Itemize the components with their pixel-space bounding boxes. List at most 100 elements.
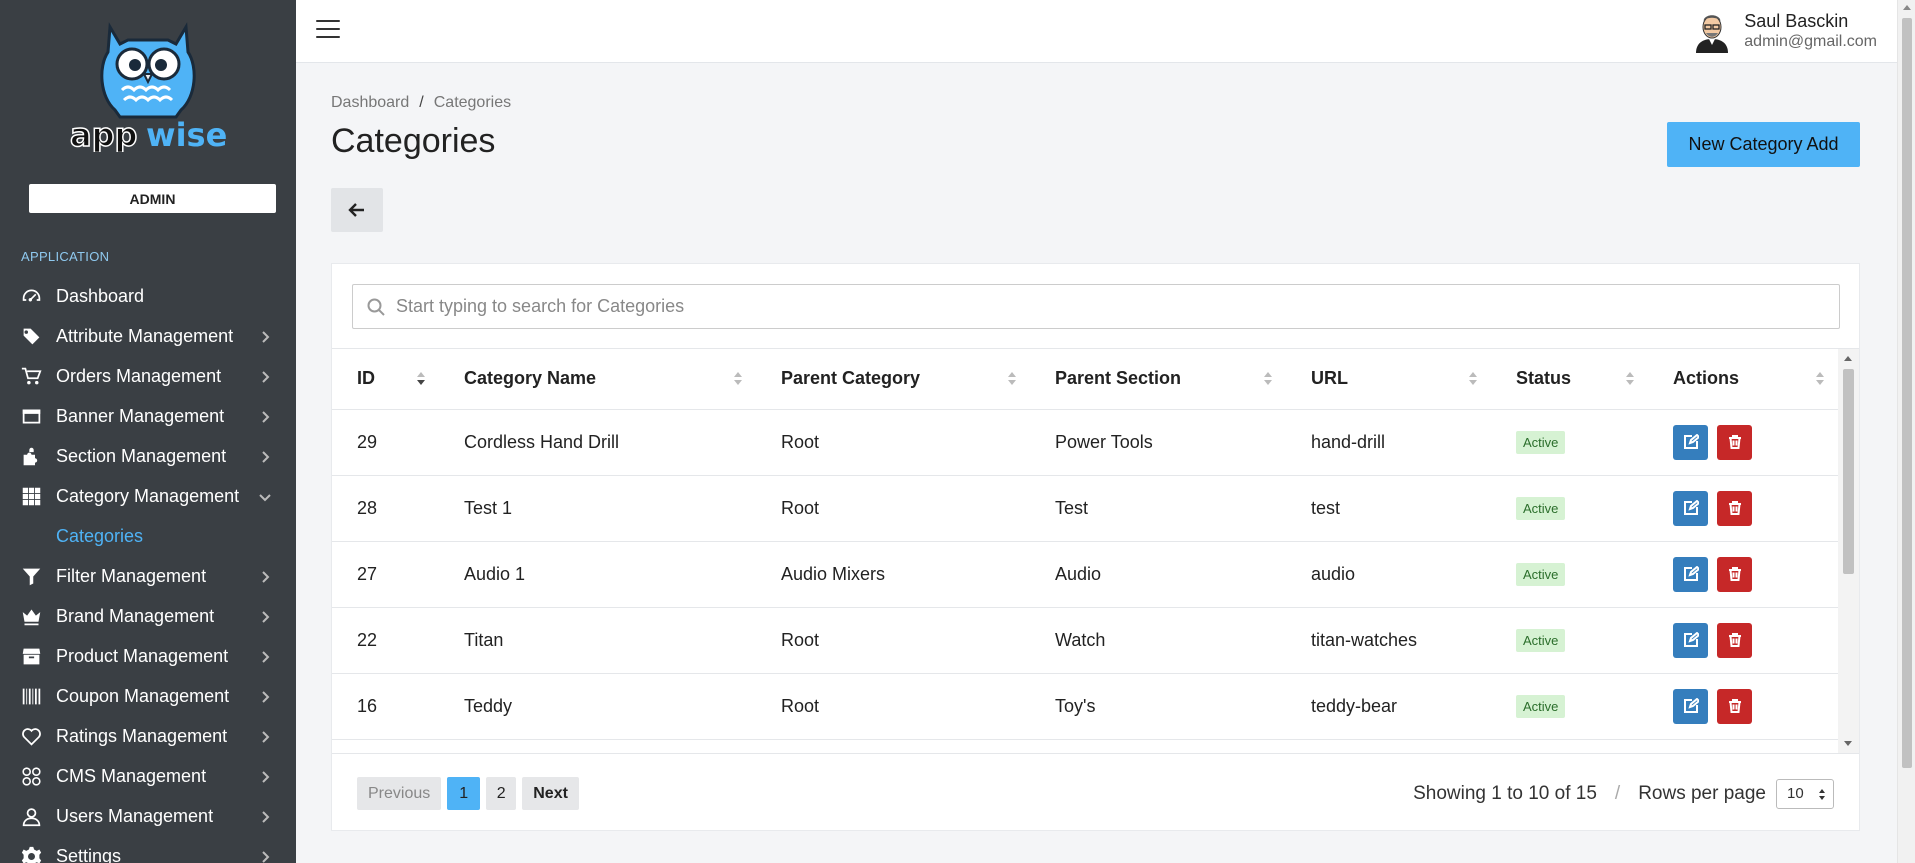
sidebar-item-users-management[interactable]: Users Management: [0, 796, 296, 836]
search-input[interactable]: [396, 296, 1796, 317]
chevron-right-icon: [258, 648, 272, 663]
chevron-right-icon: [258, 368, 272, 383]
sort-icon: [1626, 372, 1634, 386]
sidebar-item-orders-management[interactable]: Orders Management: [0, 356, 296, 396]
cell-parent-section: Test: [1030, 475, 1286, 542]
table-row: 27 Audio 1 Audio Mixers Audio audio Acti…: [332, 541, 1838, 608]
page-2-button[interactable]: 2: [486, 777, 517, 810]
scroll-up-icon[interactable]: [1844, 356, 1852, 361]
sidebar-item-filter-management[interactable]: Filter Management: [0, 556, 296, 596]
scroll-up-icon[interactable]: [1903, 5, 1911, 10]
arrow-left-icon: [348, 203, 364, 217]
scroll-down-icon[interactable]: [1844, 741, 1852, 746]
table-row: 29 Cordless Hand Drill Root Power Tools …: [332, 409, 1838, 476]
sidebar-item-settings[interactable]: Settings: [0, 836, 296, 863]
trash-icon: [1728, 567, 1741, 581]
edit-button[interactable]: [1673, 688, 1708, 724]
delete-button[interactable]: [1717, 622, 1752, 658]
status-badge: Active: [1516, 694, 1566, 718]
svg-text:app: app: [70, 116, 137, 152]
box-icon: [20, 645, 42, 667]
table-row: 28 Test 1 Root Test test Active: [332, 475, 1838, 542]
page-scrollbar[interactable]: [1897, 0, 1915, 863]
column-header-category-name[interactable]: Category Name: [439, 349, 756, 410]
cell-parent-section: Audio: [1030, 541, 1286, 608]
sort-icon: [1816, 372, 1824, 386]
column-header-parent-section[interactable]: Parent Section: [1030, 349, 1286, 410]
cell-category-name: Titan: [439, 607, 756, 674]
sidebar-item-category-management[interactable]: Category Management: [0, 476, 296, 516]
tags-icon: [20, 325, 42, 347]
cell-category-name: Test 1: [439, 475, 756, 542]
breadcrumb-current: Categories: [433, 94, 512, 111]
edit-button[interactable]: [1673, 490, 1708, 526]
sidebar-item-coupon-management[interactable]: Coupon Management: [0, 676, 296, 716]
sidebar-item-product-management[interactable]: Product Management: [0, 636, 296, 676]
edit-button[interactable]: [1673, 556, 1708, 592]
column-header-parent-category[interactable]: Parent Category: [756, 349, 1030, 410]
chevron-right-icon: [258, 688, 272, 703]
cell-category-name: Cordless Hand Drill: [439, 409, 756, 476]
table-scrollbar[interactable]: [1838, 349, 1859, 753]
previous-page-button[interactable]: Previous: [357, 777, 442, 810]
sidebar-item-label: Category Management: [56, 485, 240, 506]
edit-icon: [1683, 698, 1699, 713]
chevron-right-icon: [258, 448, 272, 463]
cell-url: titan-watches: [1286, 607, 1491, 674]
sidebar-item-dashboard[interactable]: Dashboard: [0, 276, 296, 316]
user-icon: [20, 805, 42, 827]
delete-button[interactable]: [1717, 424, 1752, 460]
delete-button[interactable]: [1717, 688, 1752, 724]
back-button[interactable]: [331, 188, 383, 232]
cell-parent-section: Toy's: [1030, 673, 1286, 740]
rows-per-page-select[interactable]: 10: [1776, 778, 1834, 809]
new-category-button[interactable]: New Category Add: [1667, 122, 1860, 167]
next-page-button[interactable]: Next: [522, 777, 579, 810]
sidebar-item-attribute-management[interactable]: Attribute Management: [0, 316, 296, 356]
edit-button[interactable]: [1673, 424, 1708, 460]
cell-parent-category: Root: [756, 673, 1030, 740]
sidebar-item-banner-management[interactable]: Banner Management: [0, 396, 296, 436]
trash-icon: [1728, 435, 1741, 449]
column-header-actions[interactable]: Actions: [1648, 349, 1838, 410]
search-box[interactable]: [352, 284, 1840, 329]
status-badge: Active: [1516, 430, 1566, 454]
sort-icon: [1008, 372, 1016, 386]
breadcrumb-dashboard-link[interactable]: Dashboard: [331, 94, 409, 111]
sidebar-item-label: Product Management: [56, 645, 229, 666]
sidebar: app wise ADMIN APPLICATION Dashboard Att…: [0, 0, 296, 863]
cell-url: test: [1286, 475, 1491, 542]
sidebar-item-label: CMS Management: [56, 765, 207, 786]
sidebar-subitem-categories[interactable]: Categories: [0, 516, 296, 556]
showing-text: Showing 1 to 10 of 15: [1413, 782, 1597, 804]
delete-button[interactable]: [1717, 490, 1752, 526]
table-row: 16 Teddy Root Toy's teddy-bear Active: [332, 673, 1838, 740]
page-1-button[interactable]: 1: [447, 777, 481, 810]
sidebar-item-label: Attribute Management: [56, 325, 234, 346]
column-header-status[interactable]: Status: [1491, 349, 1648, 410]
chevron-right-icon: [258, 328, 272, 343]
sidebar-item-section-management[interactable]: Section Management: [0, 436, 296, 476]
sidebar-item-label: Ratings Management: [56, 725, 228, 746]
chevron-right-icon: [258, 848, 272, 863]
delete-button[interactable]: [1717, 556, 1752, 592]
table-scrollbar-thumb[interactable]: [1843, 369, 1854, 574]
sidebar-item-brand-management[interactable]: Brand Management: [0, 596, 296, 636]
sidebar-item-cms-management[interactable]: CMS Management: [0, 756, 296, 796]
page-scrollbar-thumb[interactable]: [1902, 18, 1912, 768]
cell-parent-category: Root: [756, 607, 1030, 674]
cell-category-name: Audio 1: [439, 541, 756, 608]
menu-toggle-icon[interactable]: [316, 20, 340, 40]
edit-icon: [1683, 566, 1699, 581]
cell-category-name: Teddy: [439, 673, 756, 740]
barcode-icon: [20, 685, 42, 707]
column-header-url[interactable]: URL: [1286, 349, 1491, 410]
cell-id: 27: [332, 541, 439, 608]
edit-button[interactable]: [1673, 622, 1708, 658]
user-menu[interactable]: Saul Basckin admin@gmail.com: [1692, 9, 1877, 53]
sidebar-item-ratings-management[interactable]: Ratings Management: [0, 716, 296, 756]
column-header-id[interactable]: ID: [332, 349, 439, 410]
chevron-right-icon: [258, 768, 272, 783]
status-badge: Active: [1516, 628, 1566, 652]
chevron-right-icon: [258, 808, 272, 823]
